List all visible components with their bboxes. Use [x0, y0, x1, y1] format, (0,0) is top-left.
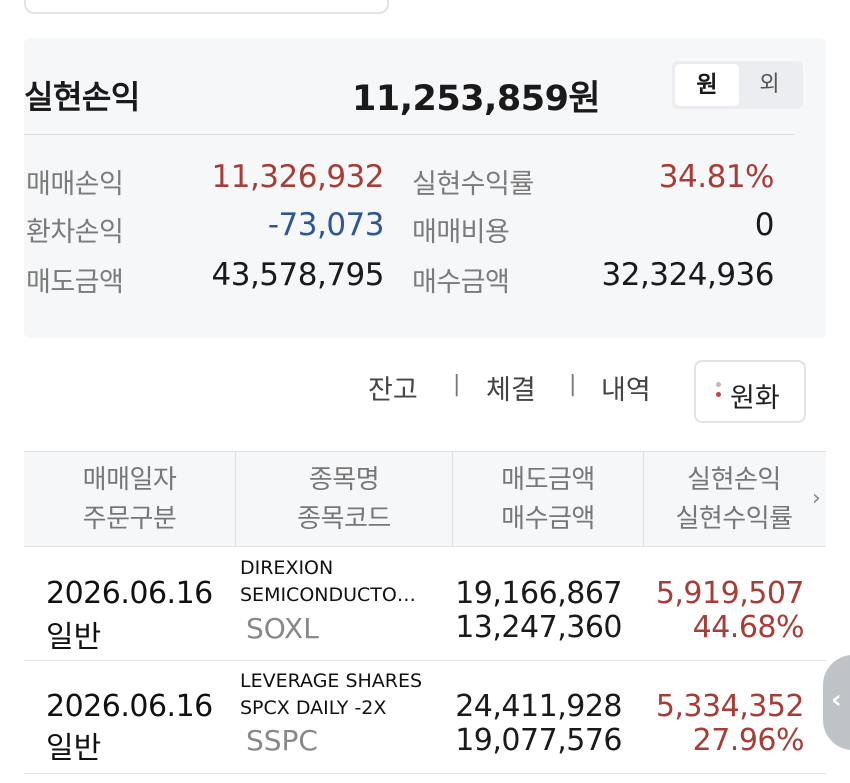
header-stock-code: 종목코드: [297, 504, 391, 534]
currency-toggle: 원 외: [672, 61, 803, 109]
tab-balance[interactable]: 잔고: [368, 368, 418, 407]
stock-name-line2: SEMICONDUCTO…: [240, 584, 416, 606]
header-buy-amount: 매수금액: [501, 504, 595, 534]
trade-pl-label: 매매손익: [26, 169, 124, 200]
dot-icon: [716, 392, 721, 397]
table-header: 매매일자 주문구분 종목명 종목코드 매도금액 매수금액 실현손익 실현수익률: [24, 451, 826, 547]
sell-amount: 24,411,928: [455, 689, 622, 724]
header-sell-buy-amount: 매도금액 매수금액: [453, 452, 643, 547]
buy-amount: 19,077,576: [455, 723, 622, 758]
header-order-type: 주문구분: [82, 504, 177, 534]
summary-divider: [24, 134, 794, 135]
stock-name-line1: LEVERAGE SHARES: [240, 670, 423, 692]
fee-value: 0: [754, 207, 775, 243]
sell-amount-label: 매도금액: [26, 267, 124, 298]
krw-filter-label: 원화: [730, 383, 780, 414]
trade-date: 2026.06.16: [46, 576, 213, 611]
currency-toggle-foreign[interactable]: 외: [739, 64, 800, 106]
trade-date: 2026.06.16: [46, 689, 213, 724]
buy-amount-value: 32,324,936: [601, 257, 775, 293]
tab-executions[interactable]: 체결: [486, 368, 536, 407]
return-rate: 44.68%: [692, 610, 805, 645]
stock-name-line1: DIREXION: [240, 557, 334, 579]
header-stock-name: 종목명: [308, 465, 380, 495]
return-rate-label: 실현수익률: [412, 169, 534, 200]
buy-amount-label: 매수금액: [412, 267, 510, 298]
tab-separator: |: [453, 372, 461, 397]
realized-pl: 5,334,352: [655, 689, 805, 724]
header-trade-date-order-type: 매매일자 주문구분: [24, 452, 235, 547]
fx-pl-value: -73,073: [267, 207, 385, 243]
stock-code: SOXL: [246, 612, 319, 645]
stock-code: SSPC: [246, 724, 318, 757]
currency-toggle-krw[interactable]: 원: [675, 64, 739, 106]
dot-icon: [716, 382, 721, 387]
side-panel-handle[interactable]: ‹: [823, 655, 850, 750]
header-realized-pl: 실현손익: [687, 465, 781, 495]
order-type: 일반: [46, 620, 102, 655]
realized-pl: 5,919,507: [655, 576, 805, 611]
buy-amount: 13,247,360: [455, 610, 622, 645]
sell-amount: 19,166,867: [455, 576, 622, 611]
header-pl-rate: 실현손익 실현수익률: [644, 452, 824, 547]
tab-history[interactable]: 내역: [601, 368, 651, 407]
fee-label: 매매비용: [412, 217, 510, 248]
order-type: 일반: [46, 731, 102, 766]
header-return-rate: 실현수익률: [675, 504, 793, 534]
sell-amount-value: 43,578,795: [211, 257, 385, 293]
return-rate-value: 34.81%: [658, 159, 775, 195]
krw-filter-button[interactable]: 원화: [694, 360, 806, 423]
chevron-left-icon: ‹: [831, 685, 842, 715]
header-sell-amount: 매도금액: [501, 465, 595, 495]
summary-total-value: 11,253,859원: [352, 79, 601, 119]
tab-separator: |: [569, 372, 577, 397]
chevron-right-icon[interactable]: ›: [812, 486, 821, 511]
return-rate: 27.96%: [692, 723, 805, 758]
trade-pl-value: 11,326,932: [211, 159, 385, 195]
header-name-code: 종목명 종목코드: [236, 452, 452, 547]
table-row[interactable]: 2026.06.16 일반 DIREXION SEMICONDUCTO… SOX…: [24, 548, 826, 661]
fx-pl-label: 환차손익: [26, 217, 124, 248]
search-field[interactable]: [24, 0, 389, 14]
table-row[interactable]: 2026.06.16 일반 LEVERAGE SHARES SPCX DAILY…: [24, 661, 826, 774]
stock-name-line2: SPCX DAILY -2X: [240, 697, 387, 719]
summary-title: 실현손익: [24, 78, 140, 116]
header-trade-date: 매매일자: [82, 465, 177, 495]
